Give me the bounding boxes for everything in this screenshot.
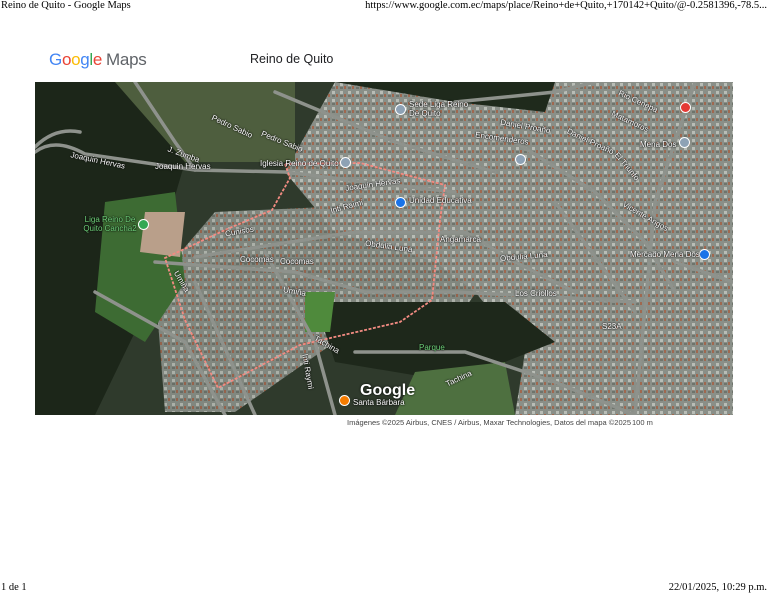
street-label: Cocomas <box>240 255 274 264</box>
google-maps-logo: Google Maps <box>49 50 147 69</box>
place-label[interactable]: Iglesia Reino de Quito <box>260 159 339 168</box>
print-footer-page: 1 de 1 <box>1 582 27 593</box>
place-label[interactable]: Unidad Educativa <box>409 196 472 205</box>
building-pin-icon[interactable] <box>395 197 406 208</box>
place-label[interactable]: Mena Dos <box>640 140 676 149</box>
school-pin-icon[interactable] <box>679 137 690 148</box>
satellite-map[interactable]: Joaquin Hervas Joaquin Hervas J. Zumba P… <box>35 82 733 415</box>
hospital-pin-icon[interactable] <box>680 102 691 113</box>
place-label[interactable]: Sede Liga Reino De Quito <box>409 100 469 118</box>
street-label: Joaquin Hervas <box>155 162 211 171</box>
place-label[interactable]: Mercado Mena Dos <box>630 250 700 259</box>
church-pin-icon[interactable] <box>340 157 351 168</box>
market-pin-icon[interactable] <box>699 249 710 260</box>
print-header-title: Reino de Quito - Google Maps <box>1 0 131 11</box>
print-footer-datetime: 22/01/2025, 10:29 p.m. <box>668 582 767 593</box>
map-attribution: Imágenes ©2025 Airbus, CNES / Airbus, Ma… <box>347 418 631 427</box>
map-scale: 100 m <box>632 418 653 427</box>
street-label: Los Criollos <box>515 289 557 298</box>
print-header-url: https://www.google.com.ec/maps/place/Rei… <box>365 0 767 11</box>
restaurant-pin-icon[interactable] <box>339 395 350 406</box>
street-label: Cocomas <box>280 257 314 266</box>
park-label: Parque <box>419 343 445 352</box>
street-label: Angamarca <box>440 235 481 244</box>
place-label[interactable]: Liga Reino De Quito Cancha2 <box>80 215 140 233</box>
google-watermark: Google <box>360 382 416 399</box>
place-title: Reino de Quito <box>250 52 334 66</box>
school-pin-icon[interactable] <box>515 154 526 165</box>
street-label: S23A <box>602 322 622 331</box>
place-pin-icon[interactable] <box>395 104 406 115</box>
